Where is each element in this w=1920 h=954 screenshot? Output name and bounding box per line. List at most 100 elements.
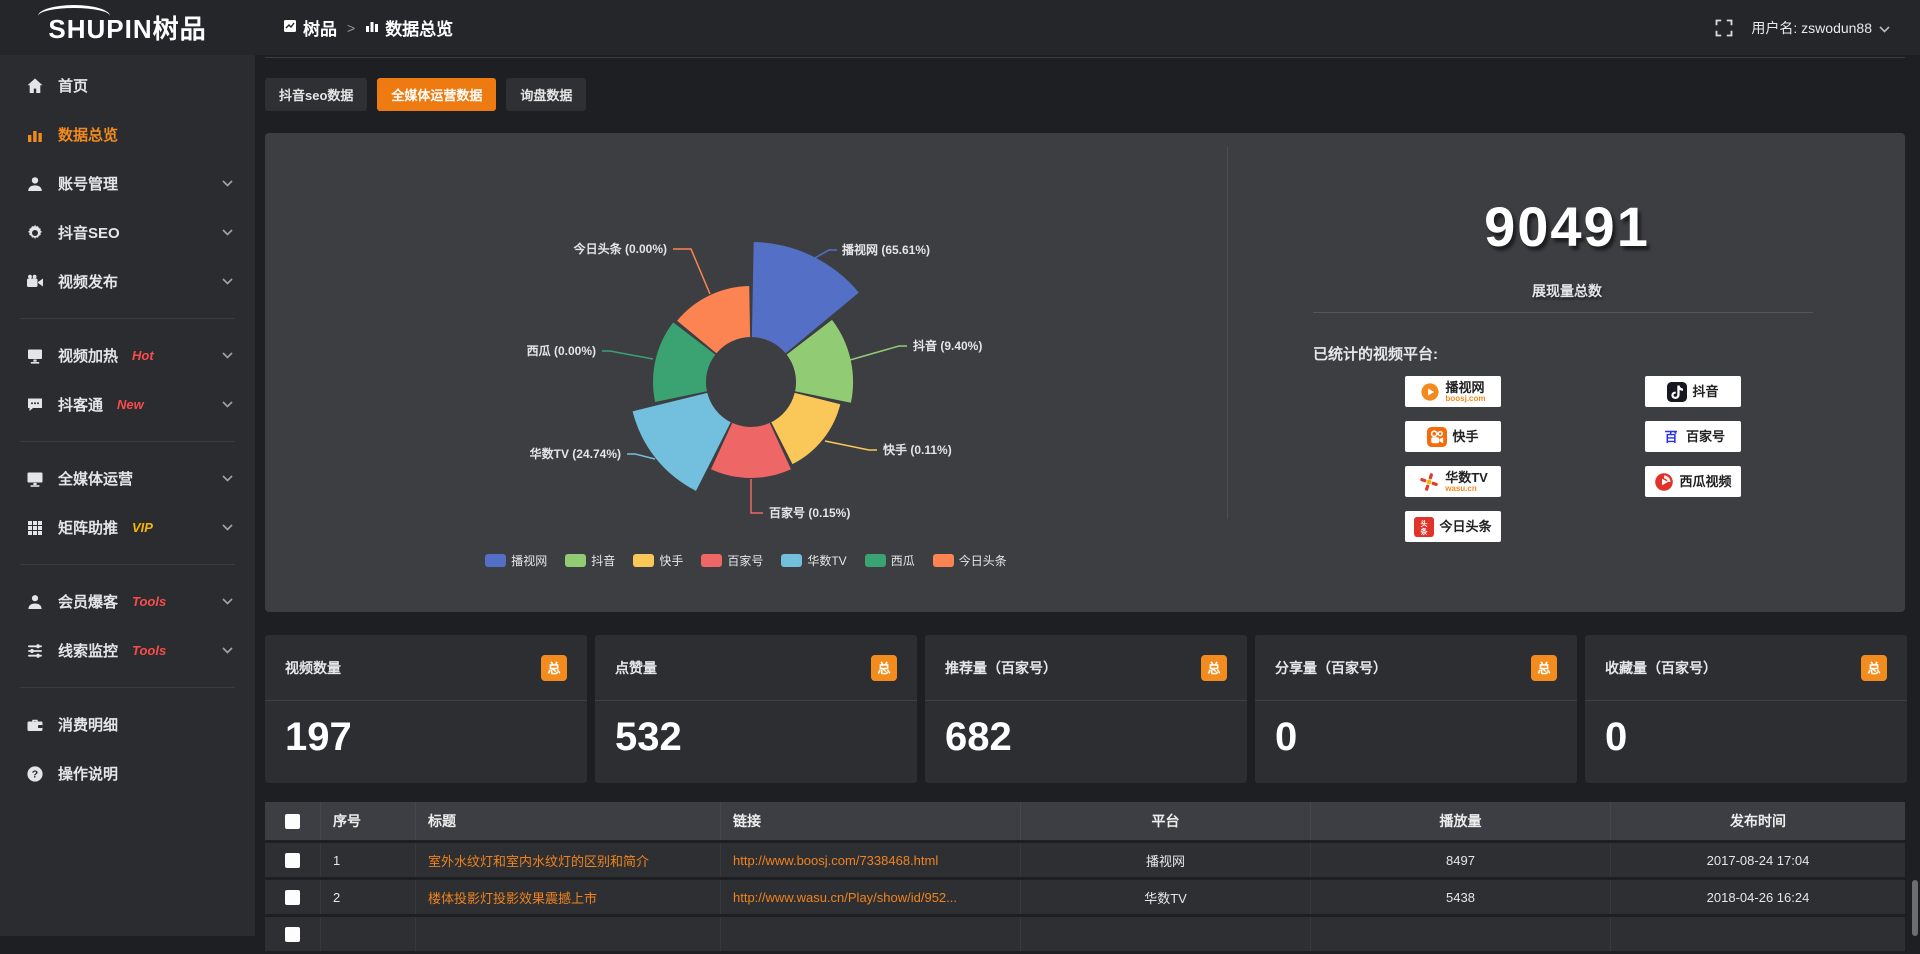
sidebar-item-chat[interactable]: 抖客通 New (0, 380, 255, 429)
page-scrollbar-thumb[interactable] (1912, 880, 1918, 936)
legend-color-chip (781, 554, 802, 567)
sidebar-item-heat[interactable]: 视频加热 Hot (0, 331, 255, 380)
pie-label: 抖音 (9.40%) (913, 338, 982, 353)
stat-card-title: 收藏量（百家号） (1605, 658, 1717, 678)
pie-label-line (813, 250, 837, 259)
stat-card-value: 682 (925, 701, 1247, 760)
platform-badge-douyin: 抖音 (1645, 376, 1741, 407)
video-link[interactable]: http://www.boosj.com/7338468.html (720, 843, 1020, 877)
platform-cell: 华数TV (1020, 880, 1310, 914)
table-header-checkbox (265, 802, 320, 840)
sidebar-item-user[interactable]: 账号管理 (0, 159, 255, 208)
topbar-right: 用户名: zswodun88 (1715, 18, 1890, 38)
tab[interactable]: 抖音seo数据 (265, 78, 367, 111)
legend-item[interactable]: 播视网 (485, 552, 547, 569)
user-menu[interactable]: 用户名: zswodun88 (1751, 18, 1890, 38)
platform-cell: 播视网 (1020, 843, 1310, 877)
sidebar-item-member[interactable]: 会员爆客 Tools (0, 577, 255, 626)
platform-badge-column-left: 播视网 boosj.com 快手 华数TV wasu.cn 头条 今日头条 (1405, 376, 1501, 542)
sidebar-item-gear[interactable]: 抖音SEO (0, 208, 255, 257)
impressions-total-value: 90491 (1407, 199, 1727, 255)
total-badge: 总 (1861, 655, 1887, 681)
topbar-separator (265, 57, 1905, 58)
username-label: 用户名: zswodun88 (1751, 18, 1872, 38)
sidebar-item-label: 视频发布 (58, 271, 118, 292)
tab[interactable]: 全媒体运营数据 (377, 78, 496, 111)
chevron-down-icon (222, 180, 233, 187)
platform-name: 百家号 (1686, 430, 1725, 443)
grid-icon (26, 519, 44, 537)
platform-badge-column-right: 抖音 百 百家号 西瓜视频 (1645, 376, 1741, 497)
platform-name: 西瓜视频 (1679, 475, 1731, 488)
total-badge: 总 (1201, 655, 1227, 681)
chevron-down-icon (222, 647, 233, 654)
sidebar-divider (20, 564, 235, 565)
wasu-logo-icon (1418, 471, 1440, 493)
wallet-icon (26, 716, 44, 734)
platform-name: 播视网 (1445, 381, 1485, 394)
sidebar-item-sliders[interactable]: 线索监控 Tools (0, 626, 255, 675)
sidebar-item-label: 视频加热 (58, 345, 118, 366)
legend-item[interactable]: 快手 (633, 552, 683, 569)
question-icon: ? (26, 765, 44, 783)
legend-item[interactable]: 抖音 (565, 552, 615, 569)
publish-time-cell: 2018-04-26 16:24 (1610, 880, 1905, 914)
platform-name: 今日头条 (1439, 520, 1491, 533)
pie-label-line (627, 454, 655, 459)
rose-pie-chart[interactable]: 播视网 (65.61%)抖音 (9.40%)快手 (0.11%)百家号 (0.1… (265, 133, 1227, 612)
pie-label-line (850, 346, 907, 360)
legend-color-chip (933, 554, 954, 567)
boosj-logo-icon (1420, 382, 1440, 402)
platform-badge-boosj: 播视网 boosj.com (1405, 376, 1501, 407)
chevron-down-icon (222, 401, 233, 408)
breadcrumb-item[interactable]: 数据总览 (365, 15, 453, 40)
video-link[interactable]: http://www.wasu.cn/Play/show/id/952... (720, 880, 1020, 914)
legend-item[interactable]: 今日头条 (933, 552, 1007, 569)
stat-card-title: 视频数量 (285, 658, 341, 678)
legend-color-chip (485, 554, 506, 567)
legend-item[interactable]: 华数TV (781, 552, 846, 569)
views-cell: 8497 (1310, 843, 1610, 877)
sidebar-item-wallet[interactable]: 消费明细 (0, 700, 255, 749)
sidebar-item-label: 抖音SEO (58, 222, 120, 243)
video-title[interactable]: 室外水纹灯和室内水纹灯的区别和简介 (415, 843, 720, 877)
table-header-cell: 播放量 (1310, 802, 1610, 840)
stat-card-value: 532 (595, 701, 917, 760)
row-checkbox[interactable] (285, 927, 300, 942)
sidebar-item-grid[interactable]: 矩阵助推 VIP (0, 503, 255, 552)
sidebar-item-home[interactable]: 首页 (0, 61, 255, 110)
row-checkbox[interactable] (285, 890, 300, 905)
stat-card-value: 197 (265, 701, 587, 760)
platform-badge-kuaishou: 快手 (1405, 421, 1501, 452)
pie-slice-华数TV[interactable] (633, 393, 731, 491)
table-row-partial (265, 917, 1905, 951)
sidebar-item-monitor[interactable]: 全媒体运营 (0, 454, 255, 503)
table-header-cell: 平台 (1020, 802, 1310, 840)
sidebar-item-label: 矩阵助推 (58, 517, 118, 538)
pie-label: 今日头条 (0.00%) (573, 241, 667, 256)
platform-name: 华数TV (1445, 471, 1488, 484)
main-content: 抖音seo数据全媒体运营数据询盘数据 播视网 (65.61%)抖音 (9.40%… (265, 55, 1905, 936)
legend-color-chip (565, 554, 586, 567)
svg-text:?: ? (32, 768, 38, 780)
pie-slice-播视网[interactable] (752, 242, 859, 353)
legend-label: 抖音 (591, 552, 615, 569)
chevron-down-icon (222, 278, 233, 285)
tab[interactable]: 询盘数据 (506, 78, 586, 111)
platform-domain: wasu.cn (1445, 485, 1488, 493)
breadcrumb-item[interactable]: 树品 (283, 15, 337, 40)
baijia-logo-icon: 百 (1661, 427, 1681, 447)
sidebar-item-chart[interactable]: 数据总览 (0, 110, 255, 159)
sidebar-item-question[interactable]: ? 操作说明 (0, 749, 255, 798)
select-all-checkbox[interactable] (285, 814, 300, 829)
legend-item[interactable]: 百家号 (701, 552, 763, 569)
row-checkbox[interactable] (285, 853, 300, 868)
sidebar-item-camera[interactable]: 视频发布 (0, 257, 255, 306)
legend-item[interactable]: 西瓜 (865, 552, 915, 569)
stat-card-title: 点赞量 (615, 658, 657, 678)
platform-badge-baijia: 百 百家号 (1645, 421, 1741, 452)
sidebar-item-badge: Tools (132, 594, 166, 609)
svg-text:条: 条 (1420, 527, 1429, 536)
video-title[interactable]: 楼体投影灯投影效果震撼上市 (415, 880, 720, 914)
fullscreen-icon[interactable] (1715, 19, 1733, 37)
